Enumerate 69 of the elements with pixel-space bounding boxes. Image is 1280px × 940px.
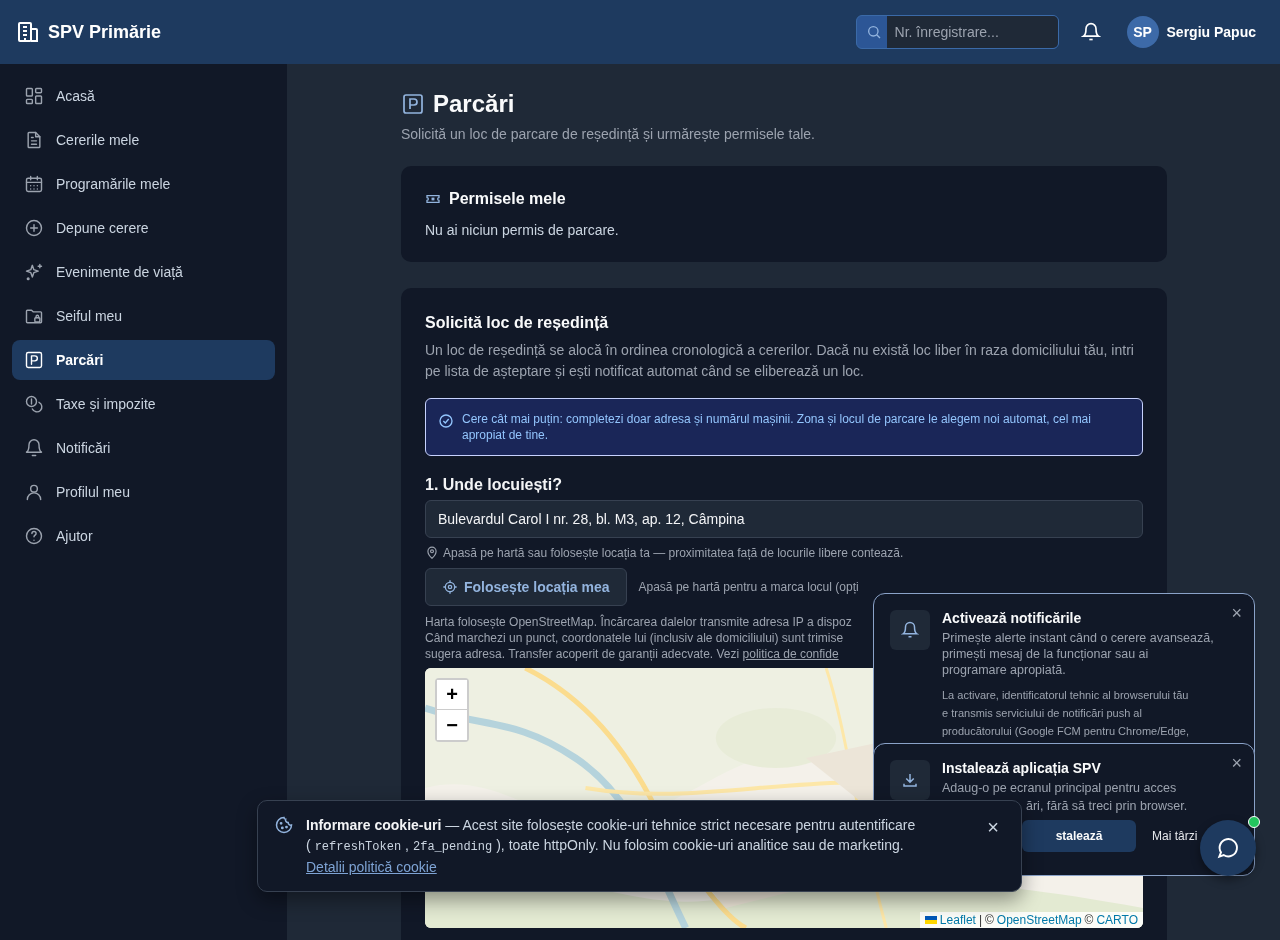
prompt-title: Instalează aplicația SPV — [942, 760, 1101, 776]
sidebar-item[interactable]: Parcări — [12, 340, 275, 380]
install-button[interactable]: stalează — [1022, 820, 1136, 852]
parking-icon — [401, 92, 425, 116]
sidebar-item[interactable]: Taxe și impozite — [12, 384, 275, 424]
search-field[interactable]: Nr. înregistrare... — [855, 15, 1059, 49]
attribution-link[interactable]: CARTO — [1096, 913, 1138, 927]
sidebar-item[interactable]: Profilul meu — [12, 472, 275, 512]
close-button[interactable]: × — [981, 815, 1005, 839]
parking-icon — [24, 350, 44, 370]
grid-icon — [24, 86, 44, 106]
search-icon — [865, 24, 882, 40]
privacy-link[interactable]: politica de confide — [742, 647, 839, 661]
attribution-link[interactable]: Leaflet — [939, 913, 976, 927]
sidebar-item[interactable]: Depune cerere — [12, 208, 275, 248]
flag-icon — [924, 916, 937, 924]
pin-icon — [425, 546, 439, 560]
chat-icon — [1215, 835, 1241, 861]
card-title: Solicită loc de reședință — [425, 314, 610, 332]
coins-icon — [24, 394, 44, 414]
hint-text: Apasă pe hartă sau folosește locația ta — proximitatea față de locurile libere contează. — [443, 546, 904, 560]
close-button[interactable]: × — [1231, 754, 1242, 772]
privacy-text: Harta folosește OpenStreetMap. Încărcarea dalelor transmite adresa IP a dispoz — [425, 614, 852, 630]
folder-icon — [24, 306, 44, 326]
user-avatar[interactable]: SP — [1126, 16, 1159, 48]
privacy-text: Când marchezi un punct, coordonatele lui (inclusiv ale domiciliului) sunt trimise — [425, 630, 844, 646]
info-text: Cere cât mai puțin: completezi doar adresa și numărul mașinii. Zona și locul de parcare le alegem noi automat, cel mai apropiat de tine. — [462, 411, 1092, 443]
cookie-icon — [274, 815, 294, 835]
sidebar-item[interactable]: Programările mele — [12, 164, 275, 204]
user-name[interactable]: Sergiu Papuc — [1166, 24, 1256, 40]
sidebar-item[interactable]: Notificări — [12, 428, 275, 468]
empty-message: Nu ai niciun permis de parcare. — [425, 222, 620, 238]
close-button[interactable]: × — [1231, 604, 1242, 622]
prompt-title: Activează notificările — [942, 610, 1082, 626]
page-title: Parcări — [433, 90, 515, 118]
plus-icon — [24, 218, 44, 238]
bell-icon — [24, 438, 44, 458]
later-button[interactable]: Mai târzi — [1152, 829, 1198, 843]
prompt-detail: e transmis serviciului de notificări push al — [942, 706, 1143, 721]
notifications-icon[interactable] — [1080, 22, 1101, 42]
download-icon — [890, 760, 930, 800]
sidebar-item[interactable]: Ajutor — [12, 516, 275, 556]
help-icon — [24, 526, 44, 546]
intro-text: Un loc de reședință se alocă în ordinea cronologică a cererilor. Dacă nu există loc liber în raza domiciliului tău, intri pe lista de așteptare și ești notificat automat când se eliberează un loc. — [425, 341, 1135, 381]
calendar-icon — [24, 174, 44, 194]
crosshair-icon — [442, 579, 458, 595]
attribution-text: | — [978, 913, 982, 927]
doc-icon — [24, 130, 44, 150]
privacy-text: sugera adresa. Transfer acoperit de garanții adecvate. Vezi — [425, 647, 740, 661]
zoom-in-button[interactable]: + — [437, 680, 467, 710]
map-hint: Apasă pe hartă pentru a marca locul (opți — [638, 580, 859, 594]
attribution-text: © — [985, 913, 994, 927]
step-title: 1. Unde locuiești? — [425, 476, 563, 494]
building-icon — [16, 20, 40, 44]
sidebar-item[interactable]: Cererile mele — [12, 120, 275, 160]
app-title: SPV Primărie — [48, 21, 162, 43]
page-subtitle: Solicită un loc de parcare de reședință și urmărește permisele tale. — [401, 126, 816, 142]
attribution-text: © — [1084, 913, 1094, 927]
sparkle-icon — [24, 262, 44, 282]
card-title: Permisele mele — [449, 190, 566, 208]
address-field[interactable]: Bulevardul Carol I nr. 28, bl. M3, ap. 12, Câmpina — [425, 500, 1143, 538]
bell-icon — [890, 610, 930, 650]
sidebar-item[interactable]: Seiful meu — [12, 296, 275, 336]
attribution-link[interactable]: OpenStreetMap — [996, 913, 1082, 927]
sidebar-item[interactable]: Acasă — [12, 76, 275, 116]
check-circle-icon — [438, 413, 454, 429]
sidebar-item[interactable]: Evenimente de viață — [12, 252, 275, 292]
user-icon — [24, 482, 44, 502]
use-location-button[interactable]: Folosește locația mea — [425, 568, 627, 606]
